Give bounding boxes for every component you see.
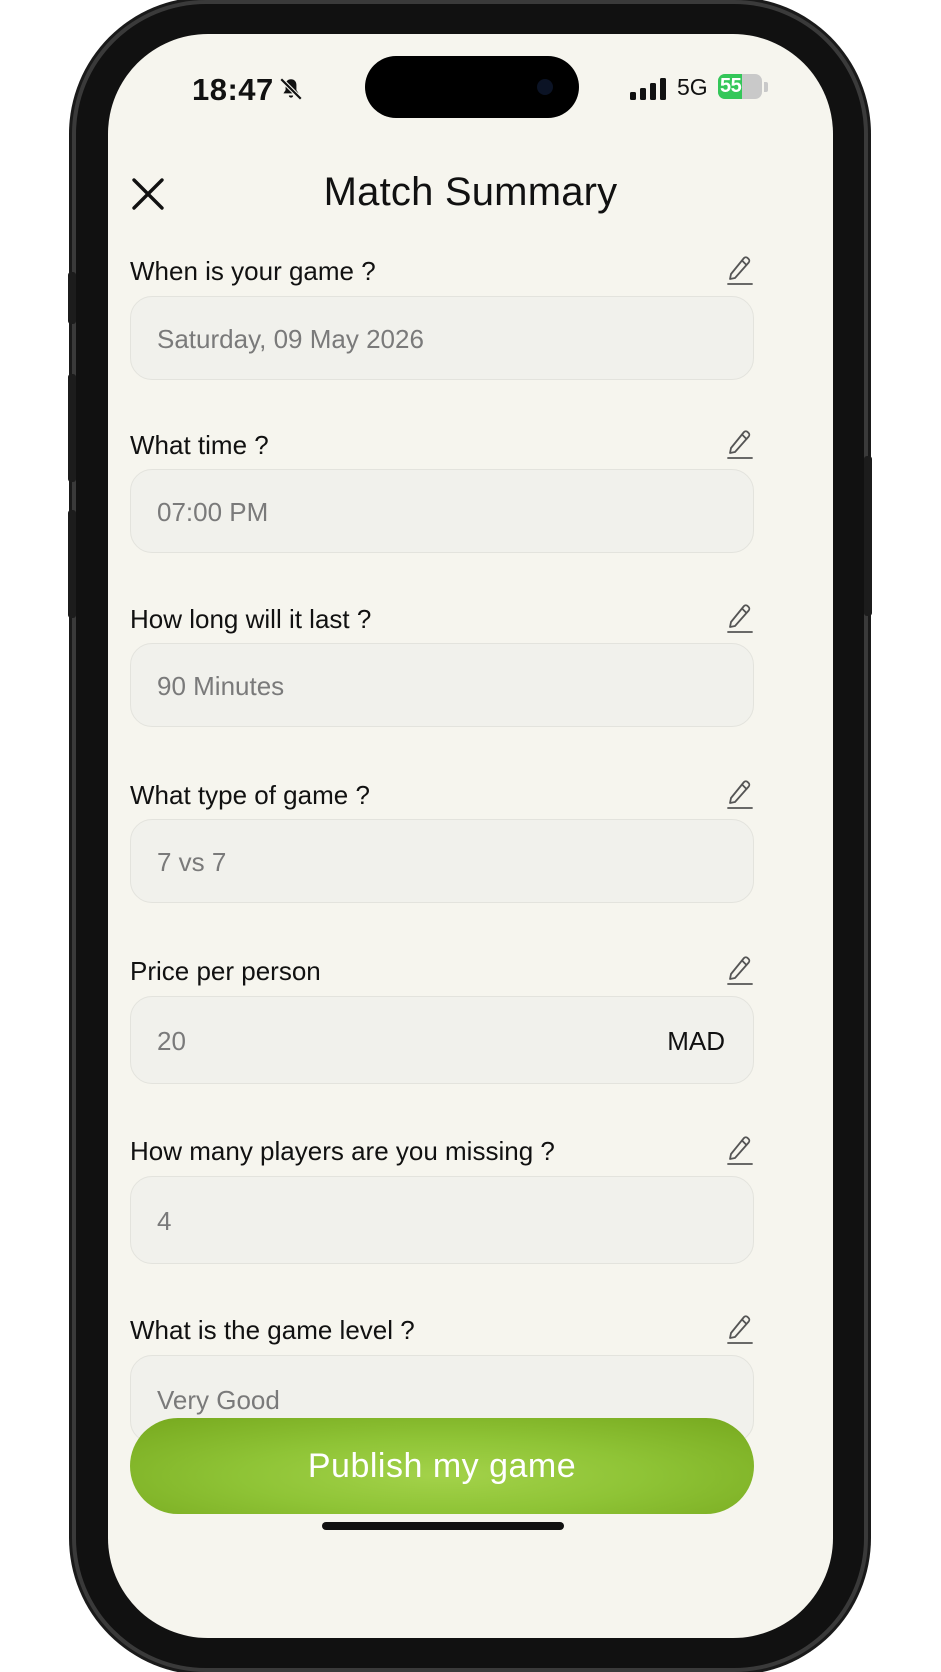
price-input[interactable]: 20 MAD	[130, 996, 754, 1084]
pencil-icon[interactable]	[726, 1132, 754, 1166]
field-label: What time ?	[130, 430, 269, 460]
battery-level: 55	[720, 75, 742, 97]
home-indicator	[322, 1522, 564, 1530]
field-label: Price per person	[130, 956, 321, 986]
field-value: 7 vs 7	[157, 847, 227, 877]
pencil-icon[interactable]	[726, 426, 754, 460]
summary-form: When is your game ? Saturday, 09 May 202…	[108, 244, 833, 1456]
pencil-icon[interactable]	[726, 252, 754, 286]
field-game-time: What time ? 07:00 PM	[130, 430, 754, 570]
battery-tip	[764, 82, 768, 92]
field-label: How many players are you missing ?	[130, 1136, 555, 1166]
app-screen: 18:47 5G 55 Match Summary When is your g…	[108, 34, 833, 1638]
network-type: 5G	[677, 74, 708, 100]
field-label: What is the game level ?	[130, 1315, 415, 1345]
camera-icon	[537, 79, 553, 95]
field-label: How long will it last ?	[130, 604, 372, 634]
pencil-icon[interactable]	[726, 952, 754, 986]
field-value: Very Good	[157, 1385, 280, 1415]
game-type-input[interactable]: 7 vs 7	[130, 819, 754, 903]
missing-players-input[interactable]: 4	[130, 1176, 754, 1264]
field-value: Saturday, 09 May 2026	[157, 324, 424, 354]
field-duration: How long will it last ? 90 Minutes	[130, 604, 754, 744]
phone-side-button	[68, 272, 76, 324]
dynamic-island	[365, 56, 579, 118]
phone-volume-up-button	[68, 374, 76, 482]
phone-power-button	[864, 456, 872, 616]
bell-slash-icon	[279, 77, 303, 101]
pencil-icon[interactable]	[726, 1311, 754, 1345]
publish-button-label: Publish my game	[307, 1446, 577, 1485]
date-input[interactable]: Saturday, 09 May 2026	[130, 296, 754, 380]
duration-input[interactable]: 90 Minutes	[130, 643, 754, 727]
field-label: What type of game ?	[130, 780, 370, 810]
field-value: 20	[157, 1026, 186, 1056]
cellular-signal-icon	[630, 78, 666, 100]
status-time: 18:47	[192, 72, 274, 107]
field-price: Price per person 20 MAD	[130, 956, 754, 1106]
field-game-type: What type of game ? 7 vs 7	[130, 780, 754, 920]
field-label: When is your game ?	[130, 256, 376, 286]
pencil-icon[interactable]	[726, 600, 754, 634]
currency-label: MAD	[667, 1026, 725, 1056]
field-missing-players: How many players are you missing ? 4	[130, 1136, 754, 1286]
battery-charging-icon: 55	[718, 74, 762, 99]
field-value: 90 Minutes	[157, 671, 285, 701]
publish-button[interactable]: Publish my game	[130, 1418, 754, 1514]
time-input[interactable]: 07:00 PM	[130, 469, 754, 553]
field-value: 4	[157, 1206, 172, 1236]
pencil-icon[interactable]	[726, 776, 754, 810]
phone-volume-down-button	[68, 510, 76, 618]
field-value: 07:00 PM	[157, 497, 269, 527]
field-game-date: When is your game ? Saturday, 09 May 202…	[130, 256, 754, 396]
page-title: Match Summary	[323, 170, 618, 214]
